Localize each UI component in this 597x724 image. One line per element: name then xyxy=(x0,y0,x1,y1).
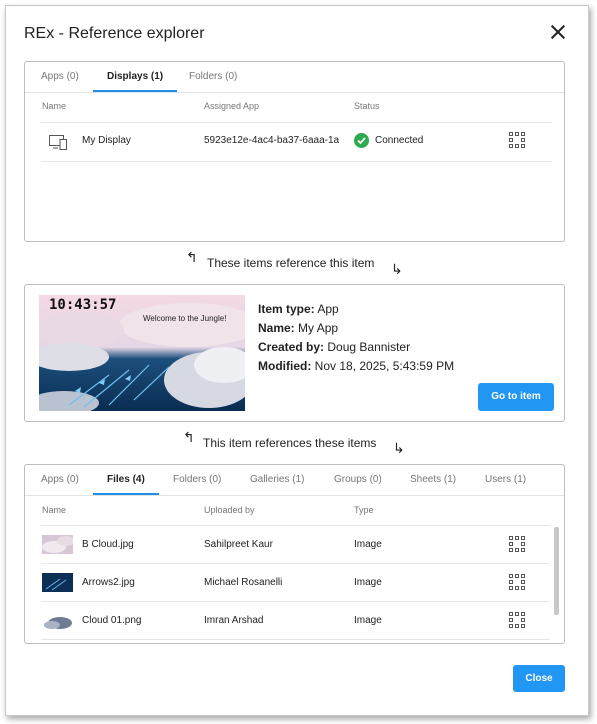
divider xyxy=(41,525,550,526)
display-icon xyxy=(49,135,67,150)
tab-users[interactable]: Users (1) xyxy=(485,465,526,493)
file-name: Cloud 01.png xyxy=(82,615,142,626)
file-type: Image xyxy=(354,539,382,550)
reference-tree-icon[interactable] xyxy=(509,612,525,628)
file-thumbnail xyxy=(42,611,73,630)
referencing-label: These items reference this item xyxy=(207,256,375,270)
tab-files[interactable]: Files (4) xyxy=(93,465,159,495)
name-value: My App xyxy=(298,321,339,335)
column-header-assigned-app[interactable]: Assigned App xyxy=(204,101,259,111)
divider xyxy=(41,161,552,162)
referenced-label: This item references these items xyxy=(203,436,377,450)
divider xyxy=(41,601,550,602)
created-label: Created by: xyxy=(258,340,325,354)
column-header-status[interactable]: Status xyxy=(354,101,380,111)
column-header-type[interactable]: Type xyxy=(354,505,374,515)
column-header-name[interactable]: Name xyxy=(42,505,66,515)
app-thumbnail: 10:43:57 Welcome to the Jungle! xyxy=(39,295,245,411)
arrow-up-left-icon: ↰ xyxy=(183,429,195,445)
type-value: App xyxy=(317,302,339,316)
dialog-title: REx - Reference explorer xyxy=(24,25,205,42)
arrow-down-right-icon: ↳ xyxy=(391,261,403,277)
uploaded-by: Michael Rosanelli xyxy=(204,577,283,588)
column-header-uploaded-by[interactable]: Uploaded by xyxy=(204,505,255,515)
close-icon[interactable] xyxy=(550,24,566,40)
tab-sheets[interactable]: Sheets (1) xyxy=(410,465,456,493)
tab-apps[interactable]: Apps (0) xyxy=(41,62,79,90)
modified-label: Modified: xyxy=(258,359,312,373)
banner-text: Welcome to the Jungle! xyxy=(143,314,227,323)
file-thumbnail xyxy=(42,573,73,592)
check-circle-icon xyxy=(354,133,369,148)
column-header-name[interactable]: Name xyxy=(42,101,66,111)
divider xyxy=(41,639,550,640)
clock-text: 10:43:57 xyxy=(49,297,117,313)
type-label: Item type: xyxy=(258,302,315,316)
close-button[interactable]: Close xyxy=(513,665,565,692)
tab-folders[interactable]: Folders (0) xyxy=(189,62,237,90)
referenced-tabs: Apps (0) Files (4) Folders (0) Galleries… xyxy=(25,465,564,496)
file-name: Arrows2.jpg xyxy=(82,577,135,588)
scrollbar[interactable] xyxy=(554,527,559,615)
created-value: Doug Bannister xyxy=(327,340,411,354)
assigned-app-id: 5923e12e-4ac4-ba37-6aaa-1a xyxy=(204,135,339,146)
modified-value: Nov 18, 2025, 5:43:59 PM xyxy=(314,359,455,373)
file-type: Image xyxy=(354,577,382,588)
file-type: Image xyxy=(354,615,382,626)
file-name: B Cloud.jpg xyxy=(82,539,134,550)
divider xyxy=(41,122,552,123)
file-thumbnail xyxy=(42,535,73,554)
tab-groups[interactable]: Groups (0) xyxy=(334,465,382,493)
uploaded-by: Imran Arshad xyxy=(204,615,264,626)
arrow-down-right-icon: ↳ xyxy=(393,440,405,456)
arrow-up-left-icon: ↰ xyxy=(186,249,198,265)
name-label: Name: xyxy=(258,321,295,335)
item-details: Item type: App Name: My App Created by: … xyxy=(258,300,454,376)
referenced-items-panel: Apps (0) Files (4) Folders (0) Galleries… xyxy=(24,464,565,644)
tab-galleries[interactable]: Galleries (1) xyxy=(250,465,304,493)
tab-apps[interactable]: Apps (0) xyxy=(41,465,79,493)
tab-displays[interactable]: Displays (1) xyxy=(93,62,178,92)
reference-tree-icon[interactable] xyxy=(509,574,525,590)
reference-explorer-dialog: REx - Reference explorer Apps (0) Displa… xyxy=(5,5,589,716)
status-text: Connected xyxy=(375,135,424,146)
referencing-items-panel: Apps (0) Displays (1) Folders (0) Name A… xyxy=(24,61,565,242)
display-name: My Display xyxy=(82,135,131,146)
tab-folders[interactable]: Folders (0) xyxy=(173,465,221,493)
uploaded-by: Sahilpreet Kaur xyxy=(204,539,273,550)
go-to-item-button[interactable]: Go to item xyxy=(478,383,554,411)
reference-tree-icon[interactable] xyxy=(509,132,525,148)
divider xyxy=(41,563,550,564)
referencing-tabs: Apps (0) Displays (1) Folders (0) xyxy=(25,62,564,93)
current-item-panel: 10:43:57 Welcome to the Jungle! Item typ… xyxy=(24,284,565,422)
reference-tree-icon[interactable] xyxy=(509,536,525,552)
